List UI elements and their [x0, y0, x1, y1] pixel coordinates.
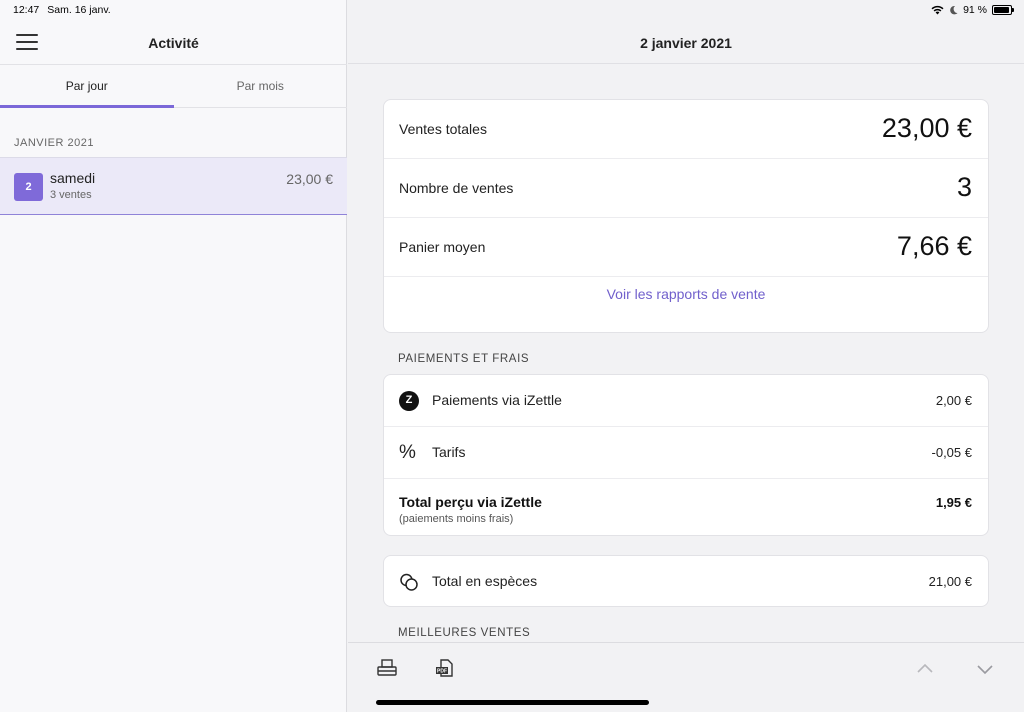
summary-value: 3	[956, 172, 972, 202]
payment-label: Tarifs	[432, 444, 466, 460]
battery-icon	[992, 5, 1014, 15]
list-item-day[interactable]: 2 samedi 3 ventes 23,00 €	[0, 157, 347, 215]
print-icon[interactable]	[375, 657, 399, 681]
tab-par-jour[interactable]: Par jour	[0, 65, 174, 108]
status-bar-right: 91 %	[931, 4, 1014, 16]
status-time: 12:47	[13, 4, 40, 16]
sales-reports-link[interactable]: Voir les rapports de vente	[384, 286, 988, 302]
payments-section-header: PAIEMENTS ET FRAIS	[398, 353, 530, 365]
payment-row-fees: % Tarifs -0,05 €	[384, 427, 988, 479]
summary-label: Panier moyen	[399, 239, 486, 255]
summary-value: 7,66 €	[896, 231, 972, 261]
summary-value: 23,00 €	[881, 113, 972, 143]
sales-summary-card: Ventes totales 23,00 € Nombre de ventes …	[383, 99, 989, 333]
detail-header: 2 janvier 2021	[348, 24, 1024, 64]
total-label: Total perçu via iZettle	[399, 494, 542, 510]
svg-text:PDF: PDF	[437, 669, 447, 675]
day-detail-panel: 91 % 2 janvier 2021 Ventes totales 23,00…	[348, 0, 1024, 712]
percent-icon: %	[399, 442, 416, 463]
payment-row-izettle: Z Paiements via iZettle 2,00 €	[384, 375, 988, 427]
total-value: 1,95 €	[935, 495, 972, 510]
izettle-icon: Z	[399, 391, 419, 411]
best-sellers-section-header: MEILLEURES VENTES	[398, 627, 531, 639]
payment-value: -0,05 €	[931, 445, 972, 460]
tab-par-mois[interactable]: Par mois	[174, 65, 348, 107]
sidebar-header: Activité	[0, 24, 347, 64]
home-indicator[interactable]	[376, 700, 649, 705]
day-amount: 23,00 €	[286, 171, 333, 187]
day-sales-count: 3 ventes	[50, 189, 92, 201]
payment-value: 2,00 €	[935, 393, 972, 408]
pdf-icon[interactable]: PDF	[433, 657, 457, 681]
month-group-header: JANVIER 2021	[14, 137, 94, 149]
status-bar-left: 12:47 Sam. 16 janv.	[13, 4, 111, 16]
activity-sidebar: 12:47 Sam. 16 janv. Activité Par jour Pa…	[0, 0, 347, 712]
payment-label: Paiements via iZettle	[432, 392, 562, 408]
payments-fees-card: Z Paiements via iZettle 2,00 € % Tarifs …	[383, 374, 989, 536]
day-name: samedi	[50, 170, 96, 186]
payment-row-total: Total perçu via iZettle (paiements moins…	[384, 479, 988, 536]
status-date: Sam. 16 janv.	[47, 4, 111, 16]
moon-icon	[950, 5, 958, 15]
cash-row: Total en espèces 21,00 €	[384, 556, 988, 608]
cash-label: Total en espèces	[432, 573, 538, 589]
battery-percent: 91 %	[963, 4, 987, 16]
summary-label: Ventes totales	[399, 121, 487, 137]
chevron-up-icon[interactable]	[913, 657, 937, 681]
sidebar-title: Activité	[148, 35, 199, 51]
total-sublabel: (paiements moins frais)	[399, 513, 514, 525]
period-segmented-control: Par jour Par mois	[0, 64, 347, 108]
summary-row-average-basket: Panier moyen 7,66 €	[384, 218, 988, 277]
coins-icon	[400, 573, 418, 591]
cash-value: 21,00 €	[928, 574, 972, 589]
day-number-badge: 2	[14, 173, 43, 201]
chevron-down-icon[interactable]	[973, 657, 997, 681]
detail-title: 2 janvier 2021	[640, 35, 732, 51]
summary-row-sales-count: Nombre de ventes 3	[384, 159, 988, 218]
wifi-icon	[931, 5, 944, 15]
cash-total-card: Total en espèces 21,00 €	[383, 555, 989, 607]
summary-row-total-sales: Ventes totales 23,00 €	[384, 100, 988, 159]
summary-label: Nombre de ventes	[399, 180, 514, 196]
